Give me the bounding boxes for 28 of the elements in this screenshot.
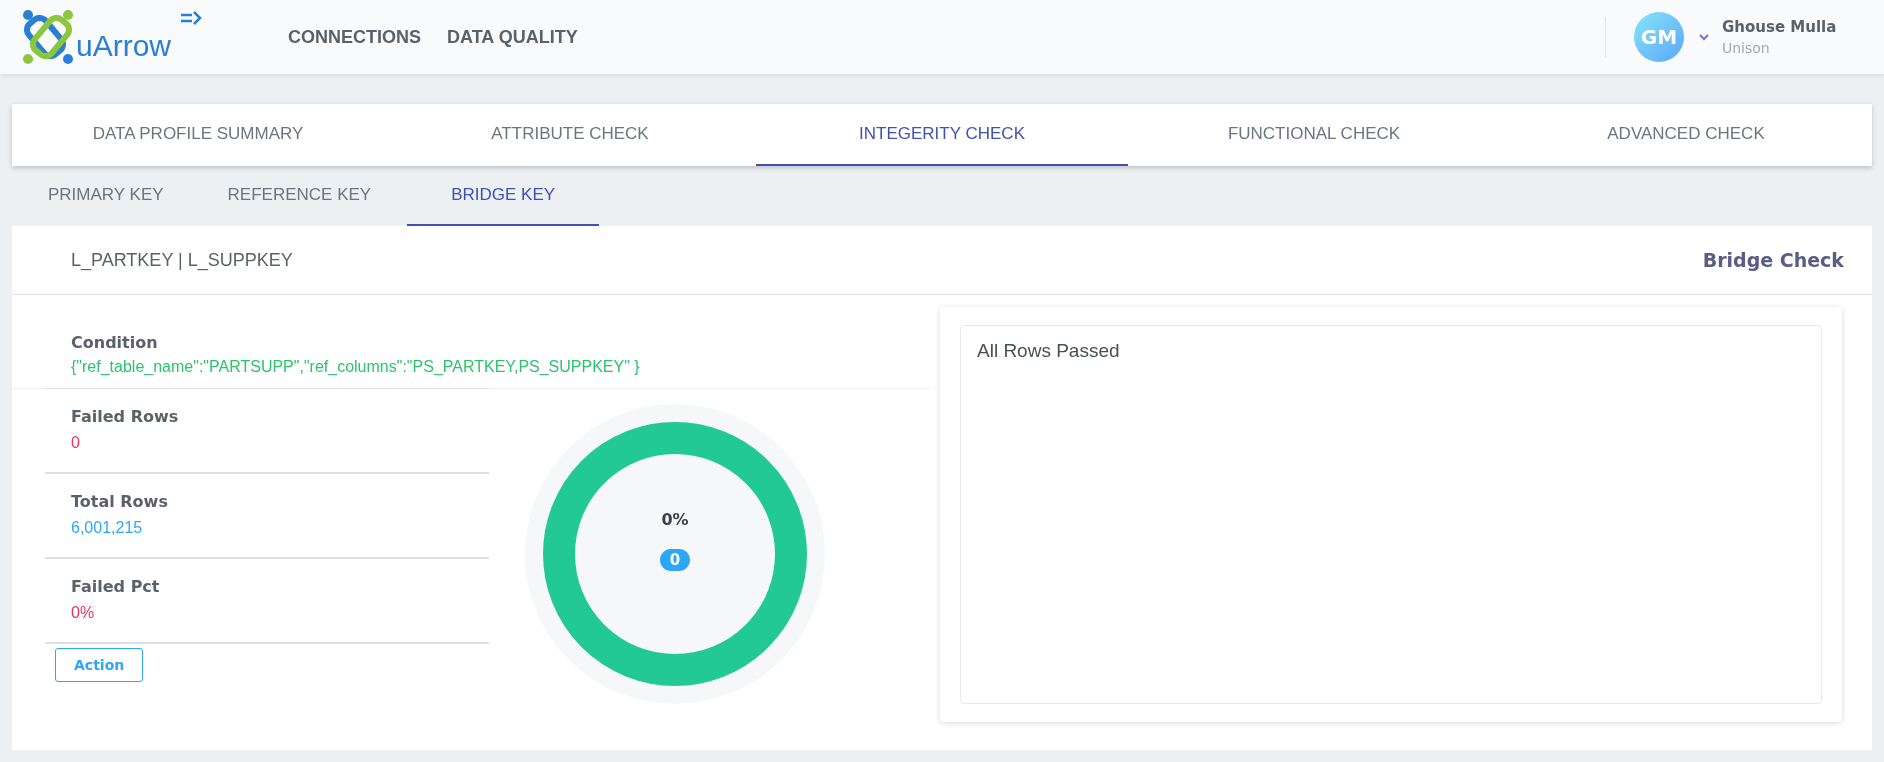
result-text: All Rows Passed (977, 340, 1120, 361)
sub-tab[interactable]: REFERENCE KEY (191, 166, 408, 226)
sub-tab[interactable]: PRIMARY KEY (12, 166, 192, 226)
metric-label: Failed Rows (71, 407, 180, 426)
arrow-icon (180, 11, 202, 25)
nav-link[interactable]: DATA QUALITY (447, 26, 578, 48)
condition-label: Condition (71, 333, 159, 352)
logo-text: uArrow (76, 31, 172, 61)
check-title: Bridge Check (1702, 249, 1844, 271)
logo-icon (22, 9, 74, 65)
user-name: Ghouse Mulla (1722, 18, 1837, 36)
metric-label: Failed Pct (71, 577, 161, 596)
column-names: L_PARTKEY | L_SUPPKEY (71, 249, 293, 271)
tab[interactable]: ADVANCED CHECK (1500, 104, 1872, 166)
tab[interactable]: INTEGERITY CHECK (756, 104, 1128, 166)
nav-link[interactable]: CONNECTIONS (288, 26, 421, 48)
metric-value: 0% (71, 604, 96, 622)
metric-value: 6,001,215 (71, 519, 144, 537)
condition-value: {"ref_table_name":"PARTSUPP","ref_columns":"PS_PARTKEY,PS_SUPPKEY" } (71, 358, 641, 376)
metric-value: 0 (71, 434, 81, 452)
tab[interactable]: FUNCTIONAL CHECK (1128, 104, 1500, 166)
tab[interactable]: ATTRIBUTE CHECK (384, 104, 756, 166)
percent-label: 0% (661, 509, 689, 529)
user-organization: Unison (1722, 40, 1771, 56)
action-button[interactable]: Action (55, 648, 144, 682)
metric-label: Total Rows (71, 492, 169, 511)
chevron-down-icon[interactable] (1698, 33, 1710, 41)
tab[interactable]: DATA PROFILE SUMMARY (12, 104, 384, 166)
